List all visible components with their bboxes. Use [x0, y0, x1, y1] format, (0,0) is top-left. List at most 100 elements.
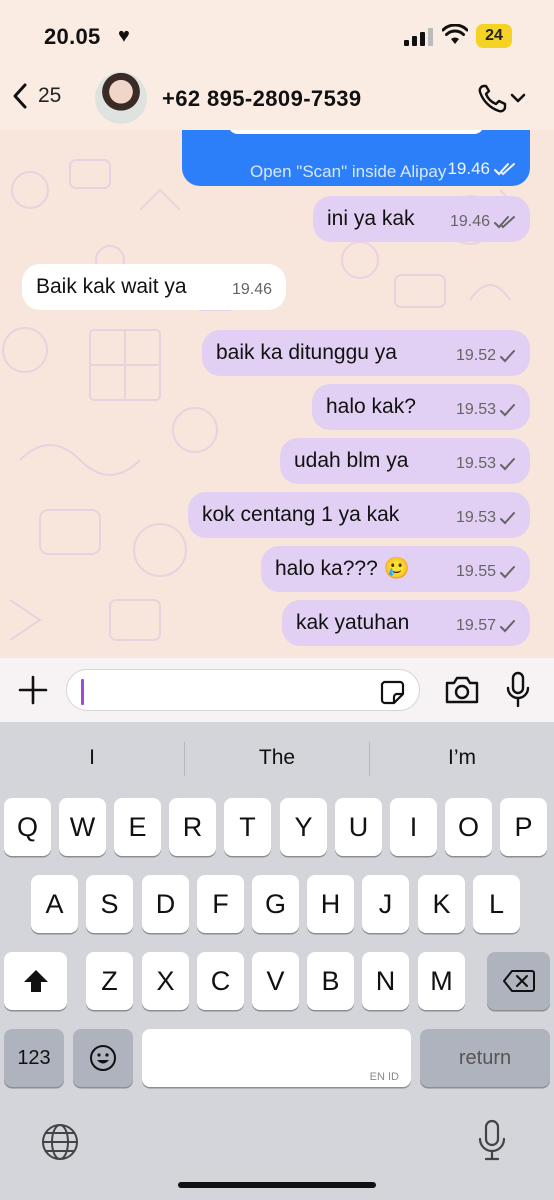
call-button[interactable]: [476, 82, 528, 114]
message-bubble-outgoing[interactable]: halo ka??? 🥲 19.55: [261, 546, 530, 592]
key-y[interactable]: Y: [280, 798, 327, 856]
key-q[interactable]: Q: [4, 798, 51, 856]
double-check-icon: [494, 216, 515, 229]
suggestion-item[interactable]: The: [185, 746, 369, 770]
check-icon: [500, 566, 515, 579]
key-t[interactable]: T: [224, 798, 271, 856]
message-text: kok centang 1 ya kak: [202, 503, 400, 526]
message-time: 19.57: [455, 617, 496, 634]
key-o[interactable]: O: [445, 798, 492, 856]
home-indicator: [178, 1182, 376, 1188]
chevron-left-icon: [13, 83, 27, 109]
key-u[interactable]: U: [335, 798, 382, 856]
key-l[interactable]: L: [473, 875, 520, 933]
emoji-key[interactable]: [73, 1029, 133, 1087]
heart-icon: ♥: [118, 25, 130, 47]
battery-indicator: 24: [476, 24, 512, 48]
key-c[interactable]: C: [197, 952, 244, 1010]
check-icon: [500, 404, 515, 417]
key-s[interactable]: S: [86, 875, 133, 933]
key-z[interactable]: Z: [86, 952, 133, 1010]
message-text: ini ya kak: [327, 207, 415, 230]
message-text: baik ka ditunggu ya: [216, 341, 397, 364]
message-time: 19.53: [455, 509, 496, 526]
key-k[interactable]: K: [418, 875, 465, 933]
message-time: 19.46: [231, 281, 272, 298]
message-bubble-outgoing[interactable]: kak yatuhan 19.57: [282, 600, 530, 646]
key-r[interactable]: R: [169, 798, 216, 856]
key-b[interactable]: B: [307, 952, 354, 1010]
message-bubble-incoming[interactable]: Baik kak wait ya 19.46: [22, 264, 286, 310]
language-label: EN ID: [369, 1071, 399, 1083]
key-x[interactable]: X: [142, 952, 189, 1010]
double-check-icon: [494, 163, 515, 176]
wifi-icon: [442, 24, 468, 44]
keyboard: I The I’m Q W E R T Y U I O P A S D F G …: [0, 722, 554, 1200]
message-time: 19.46: [447, 159, 490, 178]
message-bubble-outgoing[interactable]: halo kak? 19.53: [312, 384, 530, 430]
key-i[interactable]: I: [390, 798, 437, 856]
message-bubble-outgoing[interactable]: udah blm ya 19.53: [280, 438, 530, 484]
message-text: kak yatuhan: [296, 611, 410, 634]
shift-key[interactable]: [4, 952, 67, 1010]
message-bubble-outgoing[interactable]: kok centang 1 ya kak 19.53: [188, 492, 530, 538]
message-bubble-outgoing[interactable]: baik ka ditunggu ya 19.52: [202, 330, 530, 376]
key-g[interactable]: G: [252, 875, 299, 933]
message-time: 19.53: [455, 455, 496, 472]
check-icon: [500, 512, 515, 525]
dictation-mic-icon[interactable]: [478, 1119, 506, 1163]
key-f[interactable]: F: [197, 875, 244, 933]
key-e[interactable]: E: [114, 798, 161, 856]
chat-area[interactable]: Open "Scan" inside Alipay 19.46 ini ya k…: [0, 130, 554, 658]
status-time: 20.05: [44, 24, 101, 49]
chat-header: 25 +62 895-2809-7539: [0, 70, 554, 130]
message-bubble-outgoing[interactable]: ini ya kak 19.46: [313, 196, 530, 242]
key-m[interactable]: M: [418, 952, 465, 1010]
signal-icon: [404, 28, 434, 46]
return-key[interactable]: return: [420, 1029, 550, 1087]
status-bar: 20.05 ♥ 24: [0, 0, 554, 70]
suggestion-item[interactable]: I’m: [370, 746, 554, 770]
back-button[interactable]: 25: [12, 82, 61, 110]
message-text: Baik kak wait ya: [36, 275, 187, 298]
key-j[interactable]: J: [362, 875, 409, 933]
key-p[interactable]: P: [500, 798, 547, 856]
message-text: halo kak?: [326, 395, 416, 418]
key-v[interactable]: V: [252, 952, 299, 1010]
check-icon: [500, 458, 515, 471]
message-time: 19.46: [449, 213, 490, 230]
message-composer: [0, 658, 554, 722]
numbers-key[interactable]: 123: [4, 1029, 64, 1087]
message-bubble-alipay[interactable]: Open "Scan" inside Alipay 19.46: [182, 130, 530, 186]
camera-icon[interactable]: [444, 674, 480, 706]
message-input[interactable]: [66, 669, 420, 711]
sticker-icon[interactable]: [379, 679, 405, 705]
message-time: 19.53: [455, 401, 496, 418]
key-a[interactable]: A: [31, 875, 78, 933]
shift-icon: [23, 970, 48, 992]
backspace-key[interactable]: [487, 952, 550, 1010]
microphone-icon[interactable]: [506, 671, 530, 709]
message-text: Open "Scan" inside Alipay: [250, 162, 447, 181]
check-icon: [500, 350, 515, 363]
space-key[interactable]: EN ID: [142, 1029, 411, 1087]
contact-name[interactable]: +62 895-2809-7539: [162, 86, 361, 112]
emoji-icon: [90, 1045, 116, 1071]
message-text: udah blm ya: [294, 449, 409, 472]
suggestion-item[interactable]: I: [0, 746, 184, 770]
unread-count: 25: [38, 84, 62, 107]
key-n[interactable]: N: [362, 952, 409, 1010]
check-icon: [500, 620, 515, 633]
text-caret: [81, 679, 84, 705]
message-time: 19.55: [455, 563, 496, 580]
suggestion-bar: I The I’m: [0, 722, 554, 796]
key-h[interactable]: H: [307, 875, 354, 933]
key-w[interactable]: W: [59, 798, 106, 856]
plus-icon[interactable]: [17, 674, 49, 706]
avatar[interactable]: [95, 72, 147, 124]
message-text: halo ka??? 🥲: [275, 557, 410, 580]
key-d[interactable]: D: [142, 875, 189, 933]
backspace-icon: [502, 970, 535, 992]
message-time: 19.52: [455, 347, 496, 364]
globe-icon[interactable]: [40, 1122, 80, 1162]
